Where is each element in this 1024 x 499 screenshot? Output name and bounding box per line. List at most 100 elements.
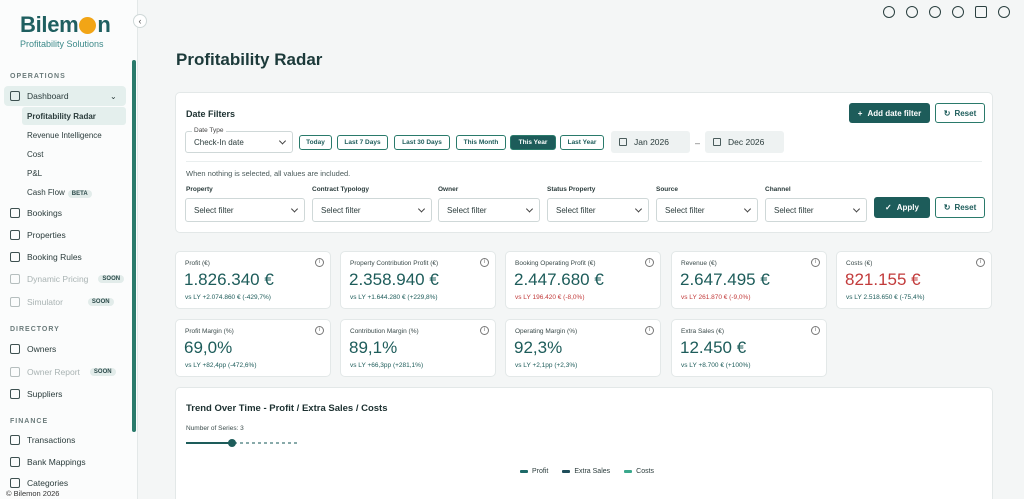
kpi-card-costs: Costs (€) i 821.155 € vs LY 2.518.650 € (… xyxy=(836,251,992,309)
chip-this-year[interactable]: This Year xyxy=(510,135,556,150)
info-icon[interactable]: i xyxy=(480,326,489,335)
sidebar-item-label: Suppliers xyxy=(27,389,63,399)
info-icon[interactable]: i xyxy=(315,258,324,267)
sidebar-item-label: Booking Rules xyxy=(27,252,82,262)
calendar-icon xyxy=(619,138,627,146)
chip-last-year[interactable]: Last Year xyxy=(560,135,604,150)
reset-filters-button[interactable]: ↻ Reset xyxy=(935,197,985,218)
date-filters-title: Date Filters xyxy=(186,109,236,119)
help-icon[interactable] xyxy=(883,6,895,18)
link-icon[interactable] xyxy=(906,6,918,18)
settings-icon[interactable] xyxy=(929,6,941,18)
date-range-separator: – xyxy=(695,138,701,148)
chip-last-30-days[interactable]: Last 30 Days xyxy=(394,135,450,150)
sidebar-item-bank-mappings[interactable]: Bank Mappings xyxy=(10,457,86,467)
owner-select[interactable]: Select filter xyxy=(438,198,540,222)
sidebar-item-booking-rules[interactable]: Booking Rules xyxy=(10,252,82,262)
date-to-field[interactable]: Dec 2026 xyxy=(705,131,784,153)
info-icon[interactable]: i xyxy=(480,258,489,267)
sidebar-item-categories[interactable]: Categories xyxy=(10,478,68,488)
sidebar-collapse-button[interactable]: ‹ xyxy=(133,14,147,28)
sidebar-item-label: Owner Report xyxy=(27,367,80,377)
sidebar-item-suppliers[interactable]: Suppliers xyxy=(10,389,62,399)
sidebar-sub-pnl[interactable]: P&L xyxy=(27,169,42,178)
add-date-filter-button[interactable]: + Add date filter xyxy=(849,103,930,123)
legend-item-extra-sales[interactable]: Extra Sales xyxy=(562,468,610,475)
date-type-label: Date Type xyxy=(192,127,226,134)
rules-icon xyxy=(10,252,20,262)
sidebar-sub-profitability-radar[interactable]: Profitability Radar xyxy=(27,112,96,121)
kpi-label: Booking Operating Profit (€) xyxy=(515,260,596,267)
divider xyxy=(186,161,982,162)
sidebar-sub-cash-flow[interactable]: Cash Flow BETA xyxy=(27,188,92,198)
chevron-down-icon xyxy=(634,205,643,213)
grid-icon xyxy=(10,91,20,101)
status-property-select[interactable]: Select filter xyxy=(547,198,649,222)
kpi-card-profit: Profit (€) i 1.826.340 € vs LY +2.074.860… xyxy=(175,251,331,309)
trend-icon xyxy=(10,274,20,284)
select-value: Select filter xyxy=(447,205,487,215)
kpi-comparison: vs LY +66,3pp (+281,1%) xyxy=(350,362,424,369)
kpi-value: 2.358.940 € xyxy=(349,270,439,289)
property-select[interactable]: Select filter xyxy=(185,198,305,222)
soon-badge: SOON xyxy=(87,298,114,306)
date-to-value: Dec 2026 xyxy=(728,137,765,147)
source-select[interactable]: Select filter xyxy=(656,198,758,222)
kpi-value: 89,1% xyxy=(349,338,398,357)
sidebar-scrollbar[interactable] xyxy=(132,60,136,432)
user-icon[interactable] xyxy=(998,6,1010,18)
kpi-label: Property Contribution Profit (€) xyxy=(350,260,439,267)
sidebar-item-bookings[interactable]: Bookings xyxy=(10,208,62,218)
button-label: Reset xyxy=(954,108,977,118)
channel-select[interactable]: Select filter xyxy=(765,198,867,222)
calendar-icon xyxy=(713,138,721,146)
date-type-select[interactable]: Date Type Check-In date xyxy=(185,127,293,153)
sidebar-item-label: Owners xyxy=(27,344,57,354)
kpi-comparison: vs LY 196.420 € (-8,0%) xyxy=(515,294,585,301)
chip-last-7-days[interactable]: Last 7 Days xyxy=(337,135,388,150)
sidebar-item-dynamic-pricing: Dynamic Pricing SOON xyxy=(10,274,125,284)
legend-item-costs[interactable]: Costs xyxy=(624,468,654,475)
reset-icon: ↻ xyxy=(943,203,951,212)
sidebar-item-label: Bookings xyxy=(27,208,62,218)
info-icon[interactable]: i xyxy=(811,326,820,335)
chip-today[interactable]: Today xyxy=(299,135,332,150)
date-from-field[interactable]: Jan 2026 xyxy=(611,131,690,153)
chip-this-month[interactable]: This Month xyxy=(456,135,506,150)
sidebar-item-dashboard[interactable]: Dashboard ⌄ xyxy=(10,91,117,101)
series-slider-thumb[interactable] xyxy=(228,439,236,447)
brand-logo[interactable]: Bilem n Profitability Solutions xyxy=(20,12,111,49)
contract-typology-select[interactable]: Select filter xyxy=(312,198,432,222)
sidebar-item-owner-report: Owner Report SOON xyxy=(10,367,116,377)
section-finance: FINANCE xyxy=(10,418,49,425)
select-value: Select filter xyxy=(194,205,234,215)
kpi-card-revenue: Revenue (€) i 2.647.495 € vs LY 261.870 €… xyxy=(671,251,827,309)
calendar-icon xyxy=(10,208,20,218)
info-icon[interactable]: i xyxy=(811,258,820,267)
chevron-down-icon xyxy=(743,205,752,213)
sidebar-item-transactions[interactable]: Transactions xyxy=(10,435,75,445)
info-icon[interactable]: i xyxy=(976,258,985,267)
kpi-label: Profit (€) xyxy=(185,260,210,267)
chevron-down-icon xyxy=(278,137,287,145)
lock-icon[interactable] xyxy=(975,6,987,18)
sidebar-item-properties[interactable]: Properties xyxy=(10,230,66,240)
sidebar-item-simulator: Simulator SOON xyxy=(10,297,114,307)
legend-label: Extra Sales xyxy=(574,468,611,475)
kpi-comparison: vs LY +2,1pp (+2,3%) xyxy=(515,362,578,369)
info-icon[interactable]: i xyxy=(645,258,654,267)
trend-title: Trend Over Time - Profit / Extra Sales /… xyxy=(186,403,388,414)
legend-item-profit[interactable]: Profit xyxy=(520,468,548,475)
date-type-value: Check-In date xyxy=(194,137,244,147)
legend-label: Profit xyxy=(532,468,549,475)
info-icon[interactable]: i xyxy=(645,326,654,335)
info-icon[interactable]: i xyxy=(315,326,324,335)
bell-icon[interactable] xyxy=(952,6,964,18)
sidebar-sub-revenue-intelligence[interactable]: Revenue Intelligence xyxy=(27,131,102,140)
reset-date-button[interactable]: ↻ Reset xyxy=(935,103,985,123)
kpi-label: Profit Margin (%) xyxy=(185,328,234,335)
sidebar-item-owners[interactable]: Owners xyxy=(10,344,56,354)
sidebar-sub-cost[interactable]: Cost xyxy=(27,150,43,159)
kpi-comparison: vs LY +1.644.280 € (+229,8%) xyxy=(350,294,438,301)
apply-button[interactable]: ✓ Apply xyxy=(874,197,930,218)
